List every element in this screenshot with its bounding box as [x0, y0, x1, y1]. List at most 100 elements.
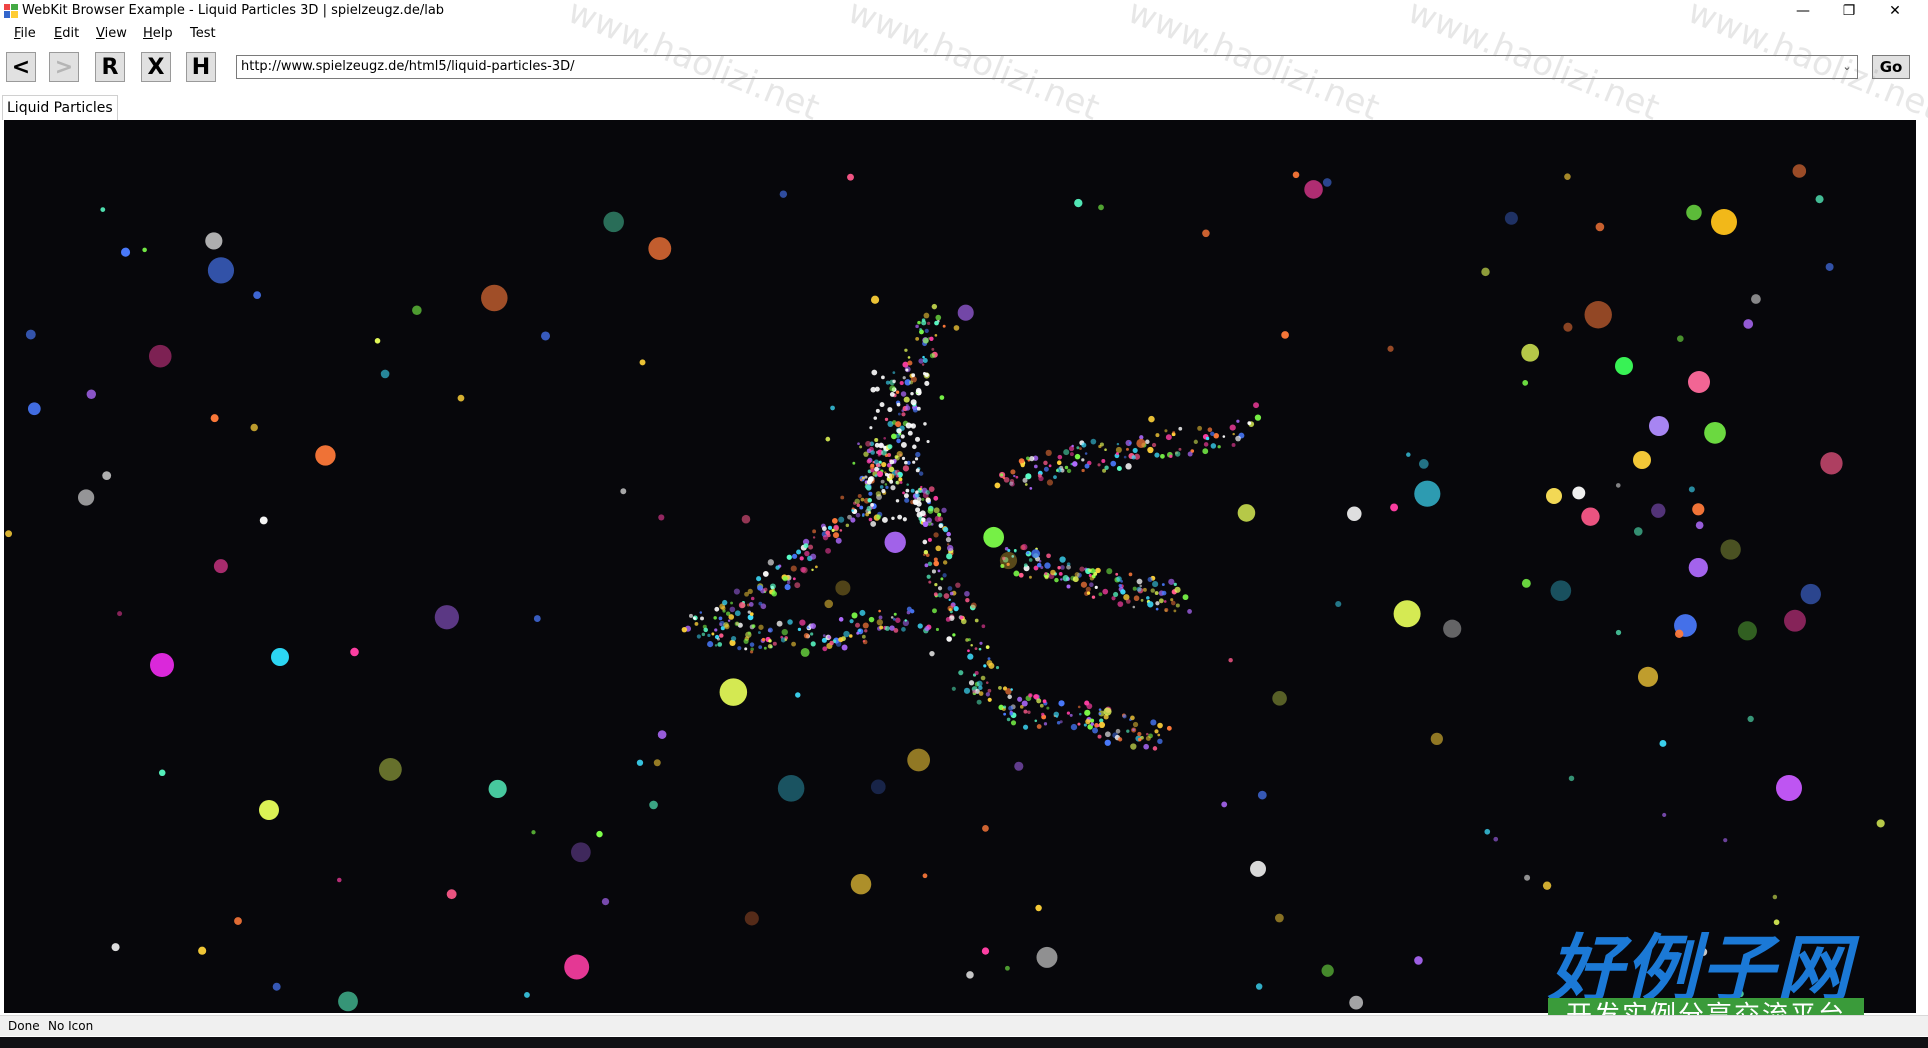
particle	[919, 328, 922, 331]
particles-canvas[interactable]	[4, 120, 1916, 1013]
particle	[869, 464, 875, 470]
particle	[729, 606, 736, 613]
particle	[1711, 209, 1737, 235]
particle	[873, 416, 878, 420]
particle	[1197, 425, 1203, 431]
particle	[922, 539, 928, 545]
particle	[1079, 712, 1082, 716]
particle	[840, 495, 845, 500]
minimize-button[interactable]: —	[1780, 0, 1826, 22]
particle	[786, 554, 792, 560]
particle	[1013, 549, 1017, 552]
particle	[1098, 592, 1103, 597]
menu-view[interactable]: View	[96, 26, 127, 41]
particle	[5, 530, 13, 538]
particle	[963, 687, 971, 694]
menu-file[interactable]: File	[14, 26, 36, 41]
particle	[1747, 715, 1754, 723]
particle	[935, 314, 942, 321]
forward-button[interactable]: >	[49, 52, 79, 82]
particle	[937, 569, 941, 573]
particle	[902, 491, 905, 495]
back-button[interactable]: <	[6, 52, 36, 82]
particle	[1083, 723, 1087, 727]
particle	[446, 889, 457, 900]
particle	[884, 531, 906, 553]
particle	[744, 911, 759, 926]
particle	[1387, 345, 1394, 352]
particle	[210, 414, 219, 423]
particle	[1281, 331, 1289, 339]
particle	[434, 605, 460, 630]
particle	[1117, 601, 1124, 607]
particle	[1022, 724, 1029, 730]
particle	[976, 699, 982, 705]
particle	[898, 477, 903, 482]
reload-button[interactable]: R	[95, 52, 125, 82]
particle	[871, 369, 878, 376]
particle	[1085, 719, 1091, 725]
particle	[734, 610, 741, 617]
particle	[1072, 461, 1078, 467]
particle	[856, 631, 860, 635]
particle	[1202, 448, 1209, 455]
particle	[1066, 562, 1071, 566]
close-button[interactable]: ✕	[1872, 0, 1918, 22]
status-text: Done	[8, 1019, 40, 1033]
particle	[1076, 446, 1080, 450]
particle	[881, 517, 888, 523]
particle	[923, 549, 929, 555]
particle	[967, 653, 974, 660]
particle	[1125, 599, 1131, 604]
menu-help[interactable]: Help	[143, 26, 173, 41]
particle	[1025, 456, 1030, 461]
particle	[915, 468, 920, 473]
particle	[1116, 442, 1120, 446]
particle	[799, 619, 806, 626]
particle	[890, 485, 896, 491]
particles-svg	[5, 164, 1885, 1012]
particle	[1059, 556, 1066, 563]
url-input[interactable]: http://www.spielzeugz.de/html5/liquid-pa…	[241, 59, 575, 74]
particle	[748, 602, 754, 607]
particle	[1053, 711, 1060, 718]
particle	[1014, 761, 1024, 771]
menu-edit[interactable]: Edit	[54, 26, 79, 41]
particle	[1053, 475, 1057, 480]
particle	[1688, 486, 1695, 493]
particle	[1152, 746, 1158, 751]
particle	[1876, 819, 1885, 828]
particle	[1058, 571, 1063, 576]
particle	[730, 635, 737, 642]
particle	[738, 601, 746, 609]
particle	[879, 485, 884, 489]
particle	[855, 512, 861, 518]
particle	[966, 971, 974, 979]
particle	[1090, 722, 1094, 726]
particle	[901, 412, 906, 417]
particle	[803, 632, 810, 639]
particle	[696, 634, 701, 639]
particle	[1097, 463, 1101, 467]
particle	[1043, 466, 1049, 472]
status-icon-text: No Icon	[48, 1019, 94, 1033]
particle	[1164, 608, 1169, 613]
particle	[811, 568, 814, 572]
particle	[1155, 433, 1160, 438]
particle	[1089, 575, 1095, 581]
menu-test[interactable]: Test	[190, 26, 216, 41]
particle	[1174, 451, 1181, 457]
particle	[1210, 443, 1217, 449]
restore-button[interactable]: ❐	[1826, 0, 1872, 22]
particle	[1145, 732, 1149, 736]
particle	[905, 422, 912, 429]
particle	[719, 678, 748, 706]
particle	[1723, 838, 1728, 843]
particle	[117, 611, 123, 617]
tab-liquid-particles[interactable]: Liquid Particles	[2, 95, 118, 120]
particle	[896, 402, 901, 407]
particle	[1187, 609, 1192, 614]
home-button[interactable]: H	[186, 52, 216, 82]
stop-button[interactable]: X	[141, 52, 171, 82]
particle	[636, 759, 644, 766]
